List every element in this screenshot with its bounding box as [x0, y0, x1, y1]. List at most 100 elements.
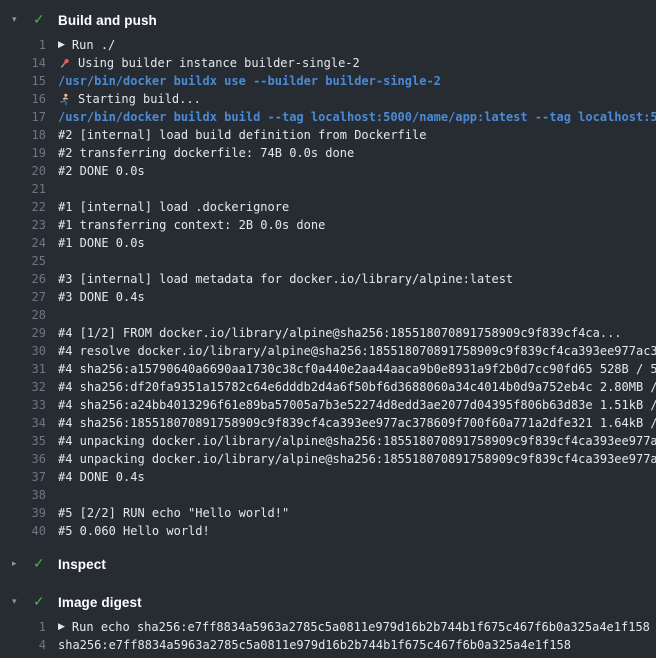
log-line: 30 #4 resolve docker.io/library/alpine@s… — [0, 342, 656, 360]
log-line: 36 #4 unpacking docker.io/library/alpine… — [0, 450, 656, 468]
line-text-content: sha256:e7ff8834a5963a2785c5a0811e979d16b… — [58, 636, 571, 654]
line-text: #1 transferring context: 2B 0.0s done — [46, 216, 325, 234]
runner-icon — [58, 92, 73, 106]
line-number[interactable]: 30 — [0, 342, 46, 360]
log-line: 37 #4 DONE 0.4s — [0, 468, 656, 486]
log-line: 35 #4 unpacking docker.io/library/alpine… — [0, 432, 656, 450]
log-line: 23 #1 transferring context: 2B 0.0s done — [0, 216, 656, 234]
line-number[interactable]: 29 — [0, 324, 46, 342]
log-line: 22 #1 [internal] load .dockerignore — [0, 198, 656, 216]
log-line: 40 #5 0.060 Hello world! — [0, 522, 656, 540]
log-line: 33 #4 sha256:a24bb4013296f61e89ba57005a7… — [0, 396, 656, 414]
log-line: 20 #2 DONE 0.0s — [0, 162, 656, 180]
log-line: 14 Using builder instance builder-single… — [0, 54, 656, 72]
actions-log-viewer: ▾ ✓ Build and push 1 ▶Run ./ 14 Using bu… — [0, 0, 656, 654]
log-line: 21 — [0, 180, 656, 198]
line-number[interactable]: 26 — [0, 270, 46, 288]
line-number[interactable]: 22 — [0, 198, 46, 216]
line-number[interactable]: 27 — [0, 288, 46, 306]
line-text: #3 DONE 0.4s — [46, 288, 145, 306]
line-number[interactable]: 17 — [0, 108, 46, 126]
check-icon: ✓ — [33, 556, 58, 572]
section-header-inspect[interactable]: ▸ ✓ Inspect — [0, 550, 656, 578]
line-number[interactable]: 40 — [0, 522, 46, 540]
line-text: #4 sha256:a24bb4013296f61e89ba57005a7b3e… — [46, 396, 656, 414]
line-text-content: #4 [1/2] FROM docker.io/library/alpine@s… — [58, 324, 622, 342]
log-section: ▾ ✓ Image digest 1 ▶Run echo sha256:e7ff… — [0, 588, 656, 654]
line-number[interactable]: 32 — [0, 378, 46, 396]
line-text-content: #4 sha256:a15790640a6690aa1730c38cf0a440… — [58, 360, 656, 378]
log-line: 26 #3 [internal] load metadata for docke… — [0, 270, 656, 288]
log-line: 31 #4 sha256:a15790640a6690aa1730c38cf0a… — [0, 360, 656, 378]
line-number[interactable]: 1 — [0, 36, 46, 54]
line-number[interactable]: 20 — [0, 162, 46, 180]
log-line: 17 /usr/bin/docker buildx build --tag lo… — [0, 108, 656, 126]
line-text: Starting build... — [46, 90, 201, 108]
line-text: #3 [internal] load metadata for docker.i… — [46, 270, 513, 288]
line-number[interactable]: 4 — [0, 636, 46, 654]
section-lines: 1 ▶Run echo sha256:e7ff8834a5963a2785c5a… — [0, 618, 656, 654]
log-line: 34 #4 sha256:185518070891758909c9f839cf4… — [0, 414, 656, 432]
line-number[interactable]: 21 — [0, 180, 46, 198]
line-text — [46, 252, 58, 270]
run-expander-icon[interactable]: ▶ — [58, 618, 65, 636]
line-text: #2 DONE 0.0s — [46, 162, 145, 180]
line-number[interactable]: 16 — [0, 90, 46, 108]
line-text-content: #4 sha256:185518070891758909c9f839cf4ca3… — [58, 414, 656, 432]
line-number[interactable]: 37 — [0, 468, 46, 486]
line-text: #5 [2/2] RUN echo "Hello world!" — [46, 504, 289, 522]
line-text-content: #3 DONE 0.4s — [58, 288, 145, 306]
line-text: ▶Run ./ — [46, 36, 115, 54]
chevron-icon[interactable]: ▾ — [12, 597, 33, 607]
check-icon: ✓ — [33, 594, 58, 610]
line-number[interactable]: 34 — [0, 414, 46, 432]
line-number[interactable]: 14 — [0, 54, 46, 72]
log-section: ▾ ✓ Build and push 1 ▶Run ./ 14 Using bu… — [0, 6, 656, 540]
line-number[interactable]: 35 — [0, 432, 46, 450]
section-header-build-and-push[interactable]: ▾ ✓ Build and push — [0, 6, 656, 34]
line-number[interactable]: 24 — [0, 234, 46, 252]
log-line: 18 #2 [internal] load build definition f… — [0, 126, 656, 144]
line-number[interactable]: 25 — [0, 252, 46, 270]
line-text-content: #5 0.060 Hello world! — [58, 522, 210, 540]
section-title: Image digest — [58, 595, 142, 610]
log-line: 25 — [0, 252, 656, 270]
line-number[interactable]: 28 — [0, 306, 46, 324]
chevron-icon[interactable]: ▸ — [12, 559, 33, 569]
run-expander-icon[interactable]: ▶ — [58, 36, 65, 54]
line-text-content: Using builder instance builder-single-2 — [78, 54, 360, 72]
line-text: /usr/bin/docker buildx use --builder bui… — [46, 72, 441, 90]
line-number[interactable]: 19 — [0, 144, 46, 162]
line-text-content: #4 unpacking docker.io/library/alpine@sh… — [58, 450, 656, 468]
line-text — [46, 486, 58, 504]
line-text-content: #2 [internal] load build definition from… — [58, 126, 426, 144]
log-line: 24 #1 DONE 0.0s — [0, 234, 656, 252]
line-text: #4 sha256:185518070891758909c9f839cf4ca3… — [46, 414, 656, 432]
line-number[interactable]: 31 — [0, 360, 46, 378]
line-text-content: #2 DONE 0.0s — [58, 162, 145, 180]
line-text-content: #4 sha256:df20fa9351a15782c64e6dddb2d4a6… — [58, 378, 656, 396]
line-number[interactable]: 33 — [0, 396, 46, 414]
line-text: #4 sha256:a15790640a6690aa1730c38cf0a440… — [46, 360, 656, 378]
log-line: 1 ▶Run ./ — [0, 36, 656, 54]
line-number[interactable]: 18 — [0, 126, 46, 144]
line-text: #1 [internal] load .dockerignore — [46, 198, 289, 216]
line-text: #4 [1/2] FROM docker.io/library/alpine@s… — [46, 324, 622, 342]
line-text-content: #2 transferring dockerfile: 74B 0.0s don… — [58, 144, 354, 162]
line-text-content: #1 [internal] load .dockerignore — [58, 198, 289, 216]
line-number[interactable]: 36 — [0, 450, 46, 468]
line-text: /usr/bin/docker buildx build --tag local… — [46, 108, 656, 126]
line-text: #4 unpacking docker.io/library/alpine@sh… — [46, 432, 656, 450]
log-line: 1 ▶Run echo sha256:e7ff8834a5963a2785c5a… — [0, 618, 656, 636]
line-text: #4 unpacking docker.io/library/alpine@sh… — [46, 450, 656, 468]
line-number[interactable]: 39 — [0, 504, 46, 522]
log-line: 32 #4 sha256:df20fa9351a15782c64e6dddb2d… — [0, 378, 656, 396]
line-text: ▶Run echo sha256:e7ff8834a5963a2785c5a08… — [46, 618, 650, 636]
section-header-image-digest[interactable]: ▾ ✓ Image digest — [0, 588, 656, 616]
line-number[interactable]: 23 — [0, 216, 46, 234]
chevron-icon[interactable]: ▾ — [12, 15, 33, 25]
line-number[interactable]: 15 — [0, 72, 46, 90]
line-text: Using builder instance builder-single-2 — [46, 54, 360, 72]
line-number[interactable]: 38 — [0, 486, 46, 504]
line-number[interactable]: 1 — [0, 618, 46, 636]
